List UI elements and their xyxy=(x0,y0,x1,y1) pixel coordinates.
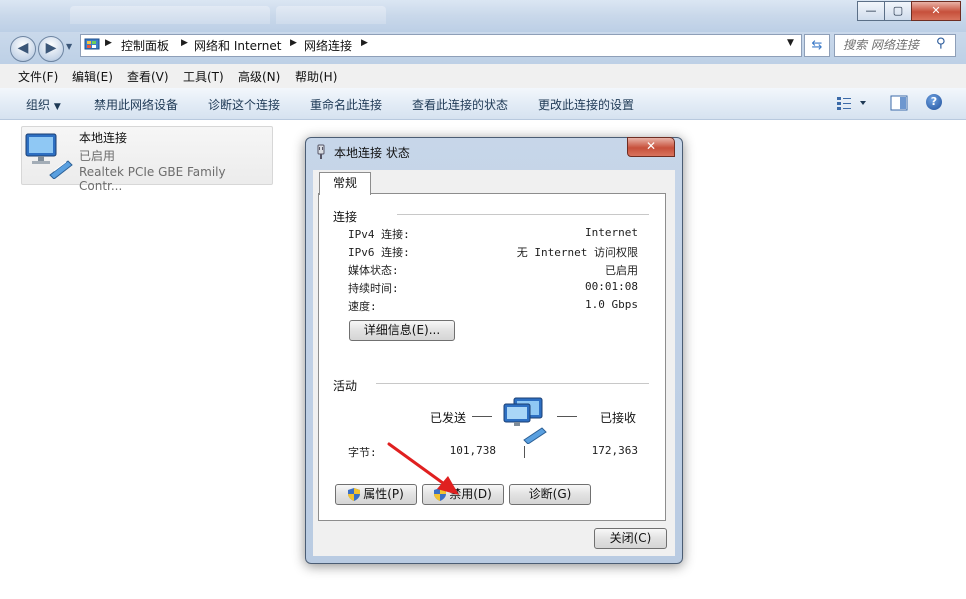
arrow-left-icon: ◀ xyxy=(17,40,29,56)
rename-command[interactable]: 重命名此连接 xyxy=(310,96,382,113)
network-adapter-icon xyxy=(25,133,73,179)
change-view-button[interactable] xyxy=(836,95,866,114)
close-dialog-button[interactable]: 关闭(C) xyxy=(594,528,667,549)
uac-shield-icon xyxy=(348,488,361,501)
adapter-device: Realtek PCIe GBE Family Contr... xyxy=(79,165,226,193)
help-icon: ? xyxy=(930,95,938,108)
maximize-button[interactable]: ▢ xyxy=(884,1,912,21)
connection-group-divider xyxy=(397,214,649,216)
address-bar[interactable]: ▶ 控制面板 ▶ 网络和 Internet ▶ 网络连接 ▶ ▼ xyxy=(80,34,802,57)
background-tab-ghost xyxy=(276,6,386,24)
annotation-arrow-icon xyxy=(387,442,459,495)
disable-device-command[interactable]: 禁用此网络设备 xyxy=(94,96,178,113)
breadcrumb-separator-icon: ▶ xyxy=(361,38,368,48)
general-tab-panel xyxy=(318,193,666,521)
ipv6-value: 无 Internet 访问权限 xyxy=(516,246,638,259)
bytes-label: 字节: xyxy=(348,446,377,459)
back-button[interactable]: ◀ xyxy=(10,36,36,62)
breadcrumb-item-control-panel[interactable]: 控制面板 xyxy=(121,37,169,54)
search-input[interactable] xyxy=(843,35,935,54)
recent-pages-dropdown[interactable]: ▼ xyxy=(66,42,72,51)
activity-group-divider xyxy=(376,383,649,385)
refresh-button[interactable]: ⇆ xyxy=(804,34,830,57)
network-activity-icon xyxy=(503,397,547,444)
organize-label: 组织 xyxy=(26,98,51,112)
duration-value: 00:01:08 xyxy=(585,280,638,293)
view-options-icon xyxy=(837,97,866,110)
organize-button[interactable]: 组织 ▼ xyxy=(26,96,61,113)
arrow-right-icon: ▶ xyxy=(45,40,57,56)
adapter-name: 本地连接 xyxy=(79,131,128,145)
view-status-command[interactable]: 查看此连接的状态 xyxy=(412,96,508,113)
preview-pane-button[interactable] xyxy=(890,95,908,114)
tab-general[interactable]: 常规 xyxy=(319,172,371,195)
dialog-close-button[interactable]: ✕ xyxy=(627,137,675,157)
breadcrumb-item-network-internet[interactable]: 网络和 Internet xyxy=(194,37,281,54)
menu-file[interactable]: 文件(F) xyxy=(18,68,58,85)
preview-pane-icon xyxy=(890,95,908,111)
ipv4-value: Internet xyxy=(585,226,638,239)
received-label: 已接收 xyxy=(600,411,637,425)
background-tab-ghost xyxy=(70,6,270,24)
help-button[interactable]: ? xyxy=(926,94,942,110)
search-box[interactable]: ⚲ xyxy=(834,34,956,57)
close-icon: ✕ xyxy=(645,139,657,153)
breadcrumb-separator-icon: ▶ xyxy=(290,38,297,48)
bytes-received-value: 172,363 xyxy=(591,444,638,457)
network-plug-icon xyxy=(317,144,325,159)
activity-group-heading: 活动 xyxy=(333,379,358,393)
media-state-label: 媒体状态: xyxy=(348,264,399,277)
breadcrumb-item-network-connections[interactable]: 网络连接 xyxy=(304,37,352,54)
sent-line xyxy=(472,416,492,417)
ipv6-label: IPv6 连接: xyxy=(348,246,410,259)
sent-label: 已发送 xyxy=(430,411,467,425)
menu-advanced[interactable]: 高级(N) xyxy=(238,68,280,85)
search-icon[interactable]: ⚲ xyxy=(936,36,946,51)
activity-stem-line xyxy=(524,446,525,458)
media-state-value: 已启用 xyxy=(605,264,638,277)
speed-value: 1.0 Gbps xyxy=(585,298,638,311)
change-settings-command[interactable]: 更改此连接的设置 xyxy=(538,96,634,113)
close-window-button[interactable]: ✕ xyxy=(911,1,961,21)
minimize-button[interactable]: — xyxy=(857,1,885,21)
control-panel-icon xyxy=(84,38,100,50)
speed-label: 速度: xyxy=(348,300,377,313)
menu-edit[interactable]: 编辑(E) xyxy=(72,68,113,85)
dialog-title: 本地连接 状态 xyxy=(334,146,410,160)
details-button[interactable]: 详细信息(E)... xyxy=(349,320,455,341)
diagnose-command[interactable]: 诊断这个连接 xyxy=(208,96,280,113)
ipv4-label: IPv4 连接: xyxy=(348,228,410,241)
forward-button[interactable]: ▶ xyxy=(38,36,64,62)
address-history-dropdown-icon[interactable]: ▼ xyxy=(787,38,794,48)
received-line xyxy=(557,416,577,417)
network-adapter-item[interactable]: 本地连接 已启用 Realtek PCIe GBE Family Contr..… xyxy=(21,126,273,193)
duration-label: 持续时间: xyxy=(348,282,399,295)
breadcrumb-separator-icon: ▶ xyxy=(181,38,188,48)
menu-tools[interactable]: 工具(T) xyxy=(183,68,224,85)
connection-group-heading: 连接 xyxy=(333,210,358,224)
diagnose-button[interactable]: 诊断(G) xyxy=(509,484,591,505)
menu-help[interactable]: 帮助(H) xyxy=(295,68,337,85)
adapter-status: 已启用 xyxy=(79,149,116,163)
chevron-down-icon: ▼ xyxy=(53,102,61,112)
refresh-icon: ⇆ xyxy=(811,38,823,53)
breadcrumb-separator-icon: ▶ xyxy=(105,38,112,48)
menu-view[interactable]: 查看(V) xyxy=(127,68,169,85)
